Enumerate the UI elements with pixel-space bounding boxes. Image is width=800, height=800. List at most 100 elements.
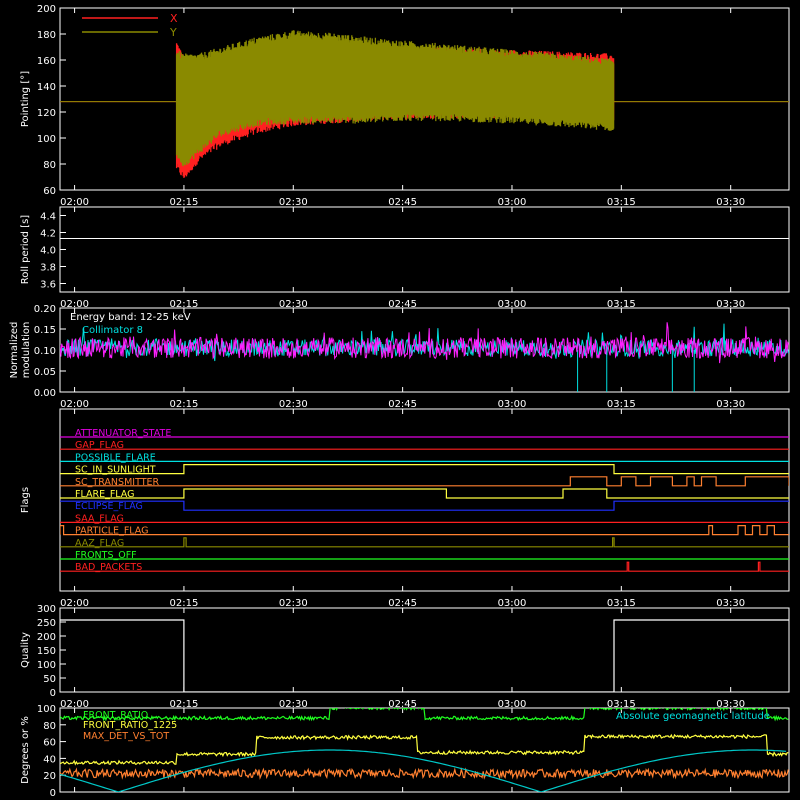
series-y-pointing [60,30,789,167]
y-tick-label: 3.8 [40,263,56,274]
y-tick-label: 4.2 [40,229,56,240]
flag-label: AAZ_FLAG [75,538,124,549]
y-tick-label: 100 [37,134,56,145]
diagnostic-chart-canvas: 02:00 02:15 02:30 02:45 03:00 03:15 03:30 60 80 1… [0,0,800,800]
y-tick-label: 80 [43,160,56,171]
flag-label: ATTENUATOR_STATE [75,428,171,439]
y-tick-label: 0 [50,788,56,799]
y-axis-label: modulation [21,322,32,379]
flag-label: SC_IN_SUNLIGHT [75,465,156,476]
legend-front-ratio-1225: FRONT_RATIO_1225 [83,720,177,731]
geomagnetic-latitude-label: Absolute geomagnetic latitude [616,711,770,722]
collimator-annotation: Collimator 8 [82,325,143,336]
flag-row-sc-in-sunlight: SC_IN_SUNLIGHT [60,464,789,476]
y-tick-label: 150 [37,646,56,657]
y-tick-label: 3.6 [40,280,56,291]
y-tick-label: 100 [37,704,56,715]
chart-panels: 02:00 02:15 02:30 02:45 03:00 03:15 03:30 60 80 1… [9,4,790,800]
flag-trace [60,464,789,475]
legend-max-det-vs-tot: MAX_DET_VS_TOT [83,731,169,742]
flag-label: PARTICLE_FLAG [75,526,148,537]
flag-label: GAP_FLAG [75,440,124,451]
y-tick-label: 0.10 [34,346,56,357]
y-axis-label: Quality [20,632,31,668]
plot-area [60,30,789,178]
y-tick-label: 50 [43,674,56,685]
x-tick-label: 02:30 [279,399,308,410]
energy-band-annotation: Energy band: 12-25 keV [70,312,191,323]
chart-panel-1: 02:00 02:15 02:30 02:45 03:00 03:15 03:30 60 80 1… [20,4,790,208]
flag-trace [60,561,789,572]
x-tick-label: 03:30 [716,399,745,410]
y-tick-label: 0.15 [34,325,56,336]
y-tick-label: 20 [43,771,56,782]
plot-frame [59,206,790,293]
x-tick-label: 02:45 [388,399,417,410]
chart-panel-6: 02:0002:1502:3002:4503:0003:1503:3002040… [20,704,790,800]
y-tick-label: 60 [43,738,56,749]
x-tick-label: 02:15 [170,399,199,410]
flag-row-gap-flag: GAP_FLAG [60,440,789,451]
legend-label-y: Y [169,26,177,39]
y-tick-label: 200 [37,632,56,643]
flag-trace [60,500,789,511]
y-tick-label: 250 [37,618,56,629]
y-tick-label: 80 [43,721,56,732]
y-tick-label: 180 [37,30,56,41]
flag-row-bad-packets: BAD_PACKETS [60,561,789,573]
flag-row-fronts-off: FRONTS_OFF [60,550,789,561]
chart-panel-4: 02:00 02:15 02:30 02:45 03:00 03:15 03:30 Flags… [20,408,790,609]
x-tick-label: 03:30 [716,598,745,609]
plot-area [60,619,789,692]
flag-label: POSSIBLE_FLARE [75,452,156,463]
flag-row-saa-flag: SAA_FLAG [60,513,789,524]
y-tick-label: 200 [37,4,56,15]
flag-trace [60,476,789,487]
y-tick-label: 4.4 [40,212,56,223]
flag-row-flare-flag: FLARE_FLAG [60,488,789,500]
x-tick-label: 02:00 [60,399,89,410]
y-tick-label: 300 [37,604,56,615]
y-axis-label: Roll period [s] [20,215,31,284]
flag-label: SC_TRANSMITTER [75,477,160,488]
x-tick-label: 03:15 [607,598,636,609]
plot-area: ATTENUATOR_STATEGAP_FLAGPOSSIBLE_FLARE SC… [60,428,789,573]
x-tick-label: 03:00 [498,399,527,410]
x-tick-label: 02:15 [170,598,199,609]
x-tick-label: 03:15 [607,197,636,208]
flag-label: ECLIPSE_FLAG [75,501,143,512]
x-tick-label: 03:00 [498,598,527,609]
plot-area [60,322,789,392]
modulation-series-2 [60,322,789,364]
y-axis-label: Flags [20,487,31,513]
flag-row-particle-flag: PARTICLE_FLAG [60,524,789,537]
y-tick-label: 160 [37,56,56,67]
legend-label-x: X [170,12,178,25]
y-axis-label: Pointing [°] [20,71,31,127]
flag-row-aaz-flag: AAZ_FLAG [60,537,789,549]
chart-panel-3: 02:00 02:15 02:30 02:45 03:00 03:15 03:30 0.00 0… [9,304,790,410]
y-tick-label: 140 [37,82,56,93]
quality-line [60,619,789,692]
flag-trace [60,488,789,499]
y-tick-label: 40 [43,754,56,765]
flag-row-attenuator-state: ATTENUATOR_STATE [60,428,789,439]
y-tick-label: 100 [37,660,56,671]
y-axis-label: Degrees or % [20,716,31,784]
flag-row-eclipse-flag: ECLIPSE_FLAG [60,500,789,512]
flag-label: FRONTS_OFF [75,550,137,561]
y-tick-label: 0.05 [34,367,56,378]
x-tick-label: 02:00 [60,598,89,609]
x-tick-label: 02:00 [60,197,89,208]
chart-panel-2: 02:00 02:15 02:30 02:45 03:00 03:15 03:303.63.… [20,206,790,310]
x-tick-label: 02:30 [279,598,308,609]
series-y-trace [175,30,615,167]
x-tick-label: 02:15 [170,197,199,208]
x-tick-label: 03:00 [498,197,527,208]
y-tick-label: 60 [43,186,56,197]
flag-trace [60,537,789,548]
x-tick-label: 03:30 [716,197,745,208]
y-tick-label: 0.20 [34,304,56,315]
y-tick-label: 4.0 [40,246,56,257]
y-tick-label: 120 [37,108,56,119]
